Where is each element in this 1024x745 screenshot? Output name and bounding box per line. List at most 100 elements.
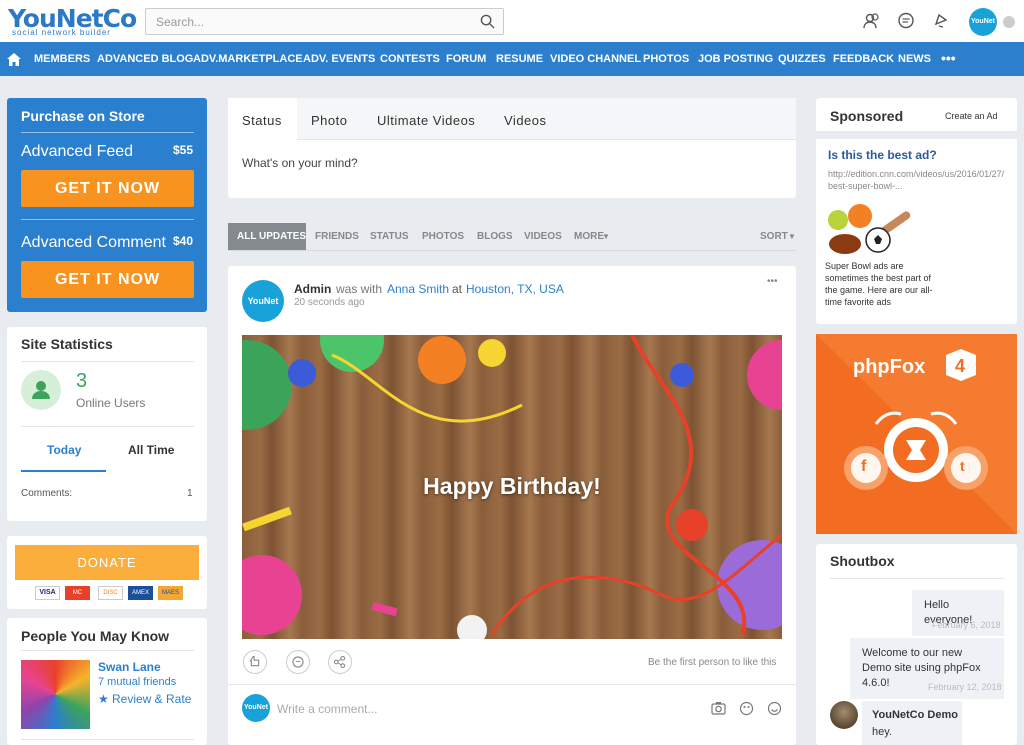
camera-icon[interactable] — [711, 701, 726, 715]
mastercard-icon: MC — [65, 586, 90, 600]
tab-photo[interactable]: Photo — [311, 113, 347, 128]
amex-card-icon: AMEX — [128, 586, 153, 600]
nav-adv-events[interactable]: ADV. EVENTS — [303, 53, 375, 65]
product-name: Advanced Comment — [21, 234, 166, 251]
twitter-icon: t — [960, 458, 965, 474]
online-users-icon — [21, 370, 61, 410]
divider — [21, 650, 194, 651]
nav-video-channel[interactable]: VIDEO CHANNEL — [550, 53, 641, 65]
comment-input[interactable]: Write a comment... — [277, 702, 377, 716]
ad-url[interactable]: http://edition.cnn.com/videos/us/2016/01… — [828, 168, 1008, 192]
divider — [21, 739, 194, 740]
nav-more-icon[interactable]: ••• — [941, 50, 956, 66]
product-name: Advanced Feed — [21, 143, 134, 160]
get-it-now-button[interactable]: GET IT NOW — [21, 170, 194, 207]
person-name[interactable]: Swan Lane — [98, 660, 161, 674]
nav-feedback[interactable]: FEEDBACK — [833, 53, 894, 65]
facebook-icon: f — [861, 458, 867, 475]
post-time[interactable]: 20 seconds ago — [294, 297, 365, 308]
home-icon[interactable] — [7, 53, 21, 66]
panel-gap — [816, 131, 1017, 139]
divider — [21, 219, 194, 220]
mutual-friends[interactable]: 7 mutual friends — [98, 676, 176, 688]
discover-card-icon: DISC — [98, 586, 123, 600]
share-icon[interactable] — [328, 650, 352, 674]
like-hint: Be the first person to like this — [648, 657, 777, 668]
nav-forum[interactable]: FORUM — [446, 53, 486, 65]
emoji-icon[interactable] — [767, 701, 782, 716]
tagged-friend[interactable]: Anna Smith — [387, 282, 449, 296]
review-rate-link[interactable]: Review & Rate — [112, 692, 191, 706]
pymk-title: People You May Know — [21, 628, 170, 644]
donate-button[interactable]: DONATE — [15, 545, 199, 580]
shout-message: hey. — [872, 726, 892, 738]
chevron-down-icon: ▼ — [788, 232, 796, 241]
divider — [21, 426, 194, 427]
tab-videos[interactable]: Videos — [504, 113, 547, 128]
nav-photos[interactable]: PHOTOS — [643, 53, 689, 65]
post-was-with: was with — [336, 282, 383, 296]
image-caption: Happy Birthday! — [423, 473, 601, 499]
post-at: at — [452, 282, 463, 296]
ad-description: Super Bowl ads are sometimes the best pa… — [825, 261, 933, 307]
nav-quizzes[interactable]: QUIZZES — [778, 53, 826, 65]
nav-news[interactable]: NEWS — [898, 53, 931, 65]
messages-icon[interactable] — [897, 12, 915, 30]
comments-value: 1 — [187, 488, 193, 499]
filter-status[interactable]: STATUS — [370, 231, 409, 242]
friends-icon[interactable] — [863, 12, 881, 30]
post-author-avatar[interactable]: YouNet — [242, 280, 284, 322]
tab-all-time[interactable]: All Time — [128, 443, 174, 457]
tab-today[interactable]: Today — [47, 443, 81, 457]
person-photo[interactable] — [21, 660, 90, 729]
user-avatar[interactable]: YouNet — [969, 8, 997, 36]
post-image[interactable]: Happy Birthday! — [242, 335, 782, 639]
nav-members[interactable]: MEMBERS — [34, 53, 90, 65]
shout-bubble — [862, 701, 962, 745]
create-ad-link[interactable]: Create an Ad — [945, 111, 998, 121]
post-location[interactable]: Houston, TX, USA — [466, 282, 564, 296]
sponsored-title: Sponsored — [830, 108, 904, 124]
comment-icon[interactable] — [286, 650, 310, 674]
status-input[interactable]: What's on your mind? — [242, 156, 358, 170]
search-input[interactable]: Search... — [156, 15, 204, 29]
product-price: $40 — [173, 234, 194, 248]
filter-blogs[interactable]: BLOGS — [477, 231, 513, 242]
nav-contests[interactable]: CONTESTS — [380, 53, 440, 65]
post-options-icon[interactable]: ••• — [767, 276, 778, 287]
statistics-title: Site Statistics — [21, 336, 113, 352]
get-it-now-button[interactable]: GET IT NOW — [21, 261, 194, 298]
search-icon[interactable] — [480, 14, 495, 29]
filter-more[interactable]: MORE — [574, 231, 604, 242]
shout-date: February 6, 2018 — [932, 620, 1001, 630]
filter-all-updates[interactable]: ALL UPDATES — [237, 231, 306, 242]
nav-adv-marketplace[interactable]: ADV.MARKETPLACE — [193, 53, 303, 65]
sticker-icon[interactable] — [739, 701, 754, 716]
divider — [21, 361, 194, 362]
shout-author-avatar[interactable] — [830, 701, 858, 729]
tab-ultimate-videos[interactable]: Ultimate Videos — [377, 113, 475, 128]
phpfox-banner[interactable]: phpFox 4 f t — [816, 334, 1017, 534]
phpfox-version: 4 — [955, 356, 966, 376]
notifications-icon[interactable] — [932, 12, 950, 30]
chevron-down-icon[interactable] — [1003, 16, 1015, 28]
online-users-label: Online Users — [76, 396, 146, 410]
nav-job-posting[interactable]: JOB POSTING — [698, 53, 773, 65]
nav-resume[interactable]: RESUME — [496, 53, 543, 65]
phpfox-name: phpFox — [853, 356, 926, 378]
nav-advanced-blog[interactable]: ADVANCED BLOG — [97, 53, 193, 65]
search-box[interactable]: Search... — [145, 8, 504, 35]
filter-videos[interactable]: VIDEOS — [524, 231, 562, 242]
shout-date: February 12, 2018 — [928, 682, 1002, 692]
product-price: $55 — [173, 143, 194, 157]
divider — [228, 250, 796, 251]
shout-author[interactable]: YouNetCo Demo — [872, 709, 958, 721]
like-icon[interactable] — [243, 650, 267, 674]
divider — [21, 132, 194, 133]
ad-title[interactable]: Is this the best ad? — [828, 148, 937, 162]
sort-dropdown[interactable]: SORT — [760, 231, 788, 242]
post-author[interactable]: Admin — [294, 282, 331, 296]
filter-friends[interactable]: FRIENDS — [315, 231, 359, 242]
filter-photos[interactable]: PHOTOS — [422, 231, 464, 242]
tab-status[interactable]: Status — [242, 113, 282, 128]
